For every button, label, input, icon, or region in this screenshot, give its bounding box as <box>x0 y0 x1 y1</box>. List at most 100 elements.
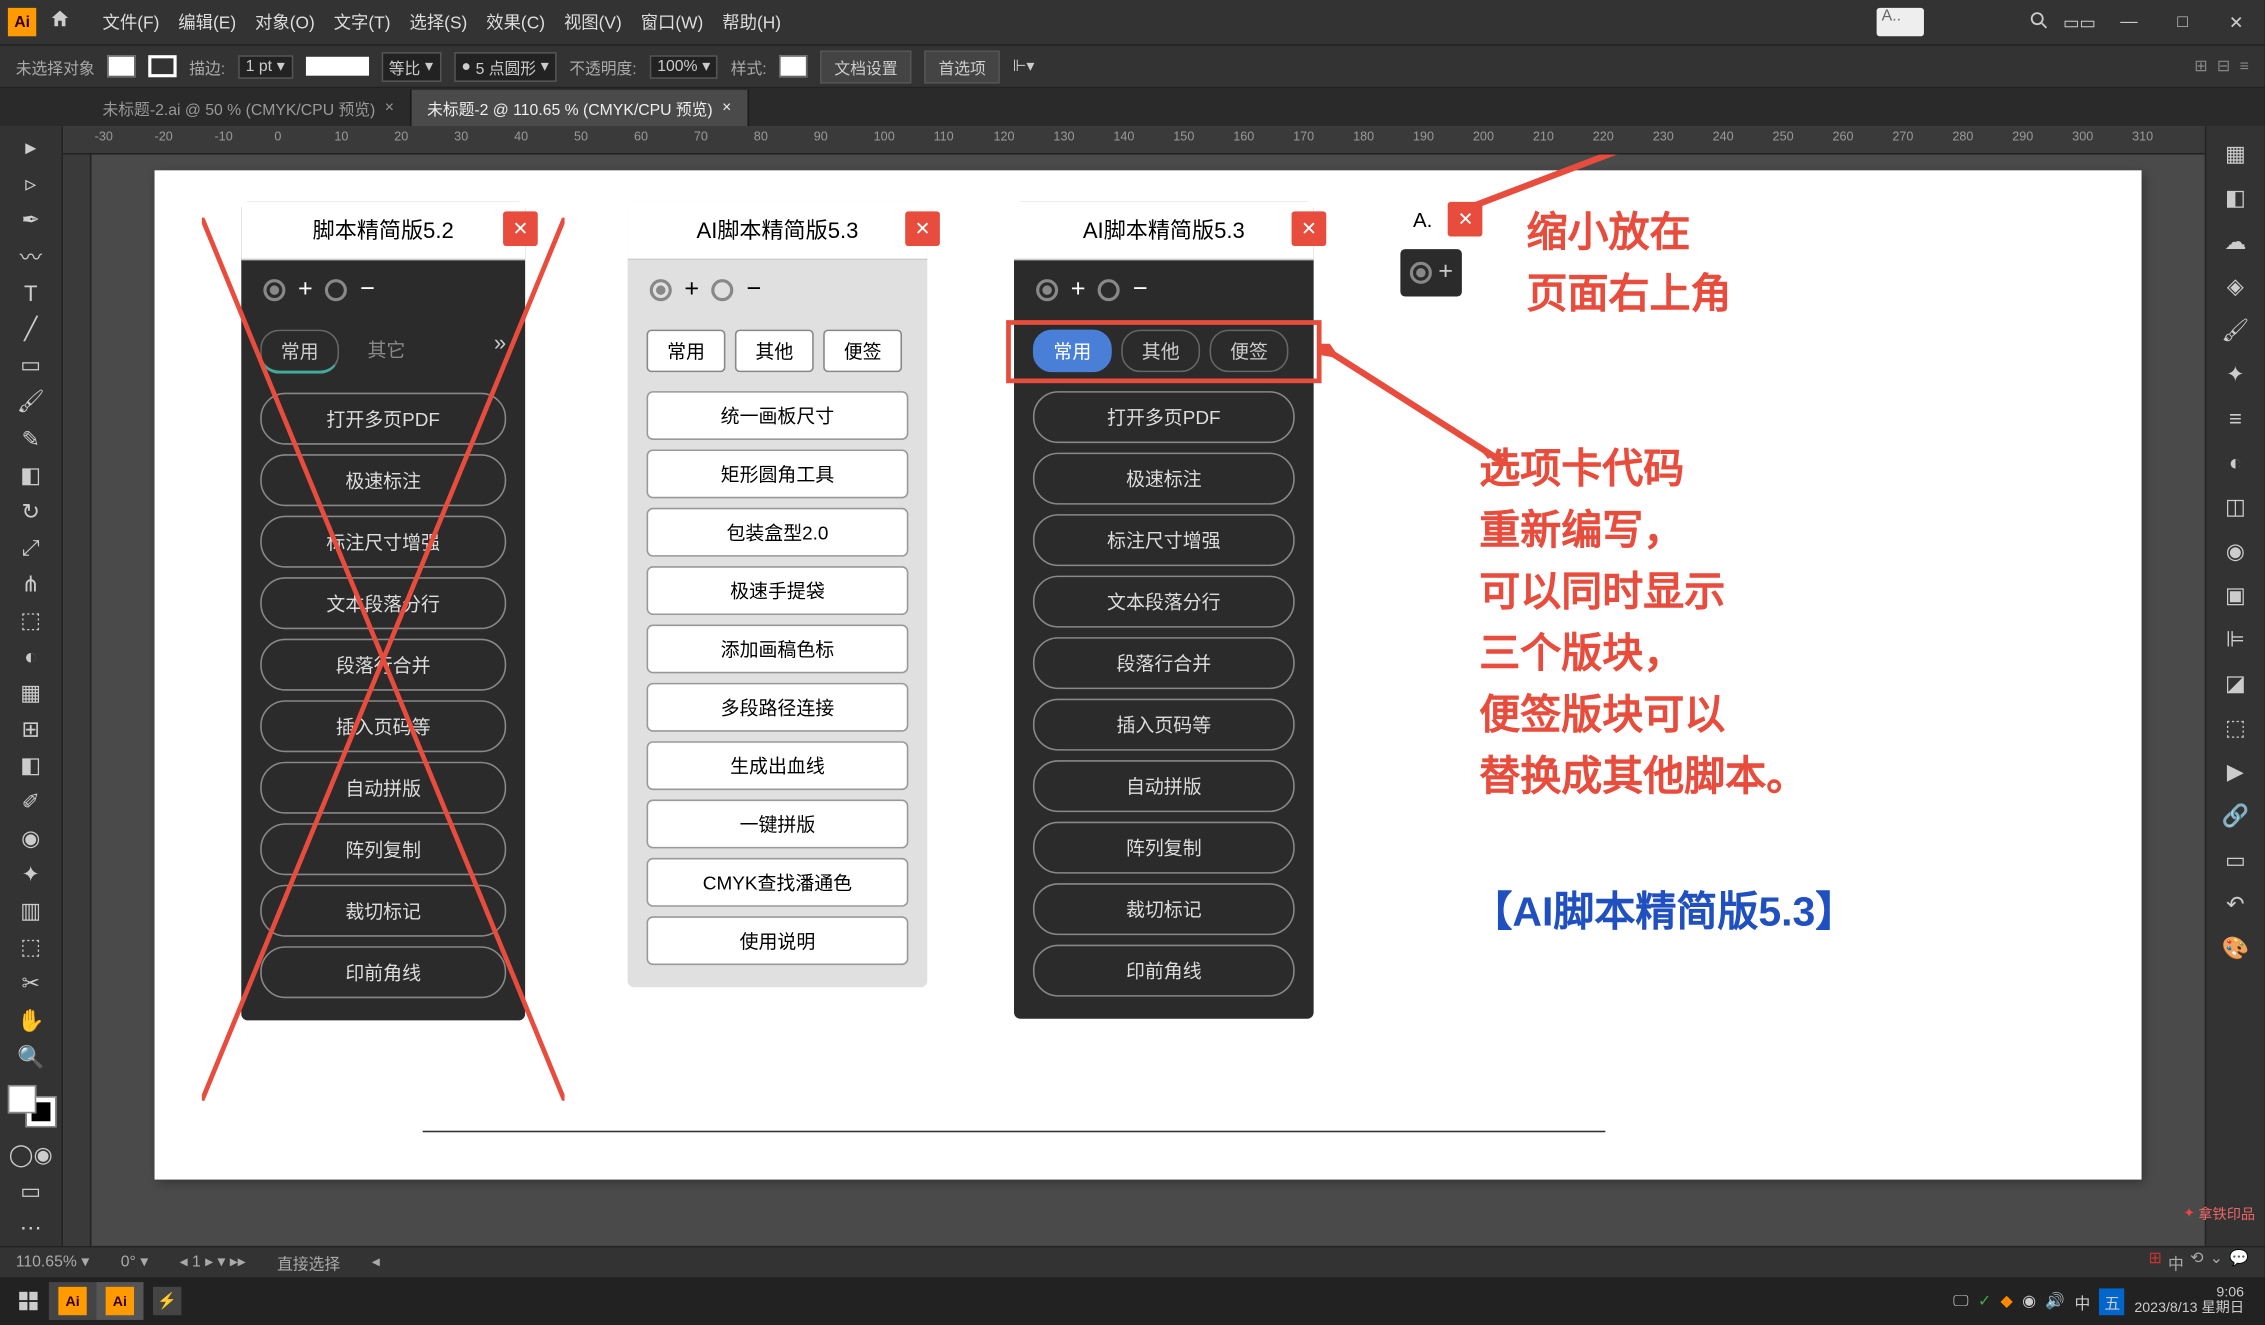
scroll-left-icon[interactable]: ◂ <box>372 1254 380 1271</box>
sync-icon[interactable]: ⟲ <box>2190 1251 2203 1275</box>
tray-network-icon[interactable]: 🖵 <box>1953 1292 1968 1309</box>
gradient-tool[interactable]: ◧ <box>6 749 56 782</box>
align-icon[interactable]: ⊩▾ <box>1013 58 1035 75</box>
gradient-panel-icon[interactable]: ◐ <box>2213 442 2257 483</box>
opacity-value[interactable]: 100% ▾ <box>649 54 718 78</box>
tray-app-icon[interactable]: ✓ <box>1978 1292 1991 1309</box>
zoom-tool[interactable]: 🔍 <box>6 1040 56 1073</box>
tray-volume-icon[interactable]: 🔊 <box>2045 1292 2065 1309</box>
close-icon[interactable]: × <box>385 99 394 116</box>
menu-edit[interactable]: 编辑(E) <box>169 9 246 34</box>
scale-tool[interactable]: ⤢ <box>6 531 56 564</box>
tab-other[interactable]: 其它 <box>349 330 425 374</box>
script-button[interactable]: 裁切标记 <box>1033 883 1295 935</box>
rectangle-tool[interactable]: ▭ <box>6 349 56 382</box>
artboard-nav[interactable]: ◂ 1 ▸ ▾ ▸▸ <box>180 1254 246 1271</box>
tab-common[interactable]: 常用 <box>647 330 726 373</box>
slice-tool[interactable]: ✂ <box>6 967 56 1000</box>
plus-icon[interactable]: + <box>1071 276 1086 304</box>
eyedropper-tool[interactable]: ✐ <box>6 786 56 819</box>
ime-icon[interactable]: 中 <box>2168 1251 2184 1275</box>
script-button[interactable]: 生成出血线 <box>647 741 909 790</box>
swatches-panel-icon[interactable]: ◈ <box>2213 265 2257 306</box>
fill-swatch[interactable] <box>107 55 135 77</box>
script-button[interactable]: 极速手提袋 <box>647 566 909 615</box>
menu-effect[interactable]: 效果(C) <box>477 9 555 34</box>
width-tool[interactable]: ⋔ <box>6 567 56 600</box>
symbols-panel-icon[interactable]: ✦ <box>2213 353 2257 394</box>
transparency-panel-icon[interactable]: ◫ <box>2213 486 2257 527</box>
close-button[interactable]: ✕ <box>2216 8 2257 36</box>
layers-panel-icon[interactable]: ◧ <box>2213 177 2257 218</box>
properties-panel-icon[interactable]: ▦ <box>2213 132 2257 173</box>
tray-icon[interactable]: ⊞ <box>2148 1251 2161 1275</box>
hand-tool[interactable]: ✋ <box>6 1004 56 1037</box>
blend-tool[interactable]: ◉ <box>6 822 56 855</box>
script-button[interactable]: 矩形圆角工具 <box>647 449 909 498</box>
links-panel-icon[interactable]: 🔗 <box>2213 795 2257 836</box>
script-button[interactable]: 段落行合并 <box>260 639 506 691</box>
search-icon[interactable] <box>2028 9 2050 36</box>
script-button[interactable]: 标注尺寸增强 <box>260 516 506 568</box>
close-button[interactable]: ✕ <box>905 211 940 246</box>
tray-app-icon[interactable]: ◆ <box>2001 1292 2013 1309</box>
line-tool[interactable]: ╱ <box>6 313 56 346</box>
maximize-button[interactable]: □ <box>2162 8 2203 36</box>
script-button[interactable]: 阵列复制 <box>1033 822 1295 874</box>
graph-tool[interactable]: ▥ <box>6 895 56 928</box>
perspective-tool[interactable]: ▦ <box>6 676 56 709</box>
symbol-tool[interactable]: ✦ <box>6 858 56 891</box>
radio-off-icon[interactable] <box>712 279 734 301</box>
minus-icon[interactable]: − <box>1133 276 1148 304</box>
more-icon[interactable]: ⌄ <box>2210 1251 2223 1275</box>
rotation-angle[interactable]: 0° ▾ <box>121 1254 148 1271</box>
stroke-weight[interactable]: 1 pt ▾ <box>238 54 293 78</box>
script-button[interactable]: 印前角线 <box>1033 945 1295 997</box>
script-button[interactable]: 打开多页PDF <box>1033 391 1295 443</box>
close-icon[interactable]: × <box>722 99 731 116</box>
style-swatch[interactable] <box>779 55 807 77</box>
script-button[interactable]: CMYK查找潘通色 <box>647 858 909 907</box>
tab-other[interactable]: 其他 <box>1121 330 1200 373</box>
doc-setup-button[interactable]: 文档设置 <box>820 50 911 83</box>
script-button[interactable]: 段落行合并 <box>1033 637 1295 689</box>
menu-select[interactable]: 选择(S) <box>400 9 477 34</box>
rotate-tool[interactable]: ↻ <box>6 495 56 528</box>
brush-tool[interactable]: 🖌 <box>6 385 56 418</box>
close-button[interactable]: ✕ <box>503 211 538 246</box>
radio-on-icon[interactable] <box>1036 279 1058 301</box>
menu-type[interactable]: 文字(T) <box>324 9 400 34</box>
stroke-panel-icon[interactable]: ≡ <box>2213 397 2257 438</box>
tab-other[interactable]: 其他 <box>735 330 814 373</box>
pathfinder-panel-icon[interactable]: ◪ <box>2213 662 2257 703</box>
draw-mode[interactable]: ◯◉ <box>6 1139 56 1172</box>
title-search[interactable]: A.. <box>1877 8 1924 36</box>
brush-dropdown[interactable]: ● 5 点圆形 ▾ <box>453 51 556 81</box>
zoom-level[interactable]: 110.65% ▾ <box>16 1254 89 1271</box>
script-button[interactable]: 插入页码等 <box>1033 699 1295 751</box>
start-button[interactable] <box>8 1282 49 1320</box>
script-button[interactable]: 极速标注 <box>260 454 506 506</box>
align-panel-icon[interactable]: ⊫ <box>2213 618 2257 659</box>
script-button[interactable]: 使用说明 <box>647 916 909 965</box>
radio-off-icon[interactable] <box>325 279 347 301</box>
taskbar-app-ai2[interactable]: Ai <box>96 1282 143 1320</box>
script-button[interactable]: 添加画稿色标 <box>647 624 909 673</box>
tab-notes[interactable]: 便签 <box>1210 330 1289 373</box>
radio-on-icon[interactable] <box>650 279 672 301</box>
minimize-button[interactable]: — <box>2108 8 2149 36</box>
panel-menu-icon[interactable]: ≡ <box>2240 58 2249 75</box>
script-button[interactable]: 打开多页PDF <box>260 393 506 445</box>
stroke-swatch[interactable] <box>148 55 176 77</box>
document-tab-active[interactable]: 未标题-2 @ 110.65 % (CMYK/CPU 预览)× <box>411 90 748 126</box>
taskbar-app-ai[interactable]: Ai <box>49 1282 96 1320</box>
mesh-tool[interactable]: ⊞ <box>6 713 56 746</box>
minus-icon[interactable]: − <box>746 276 761 304</box>
tray-ime-icon[interactable]: 中 <box>2074 1289 2090 1313</box>
plus-icon[interactable]: + <box>1438 259 1453 287</box>
history-panel-icon[interactable]: ↶ <box>2213 883 2257 924</box>
script-button[interactable]: 自动拼版 <box>260 762 506 814</box>
taskbar-clock[interactable]: 9:06 2023/8/13 星期日 <box>2134 1285 2256 1316</box>
script-button[interactable]: 包装盒型2.0 <box>647 508 909 557</box>
menu-file[interactable]: 文件(F) <box>93 9 169 34</box>
